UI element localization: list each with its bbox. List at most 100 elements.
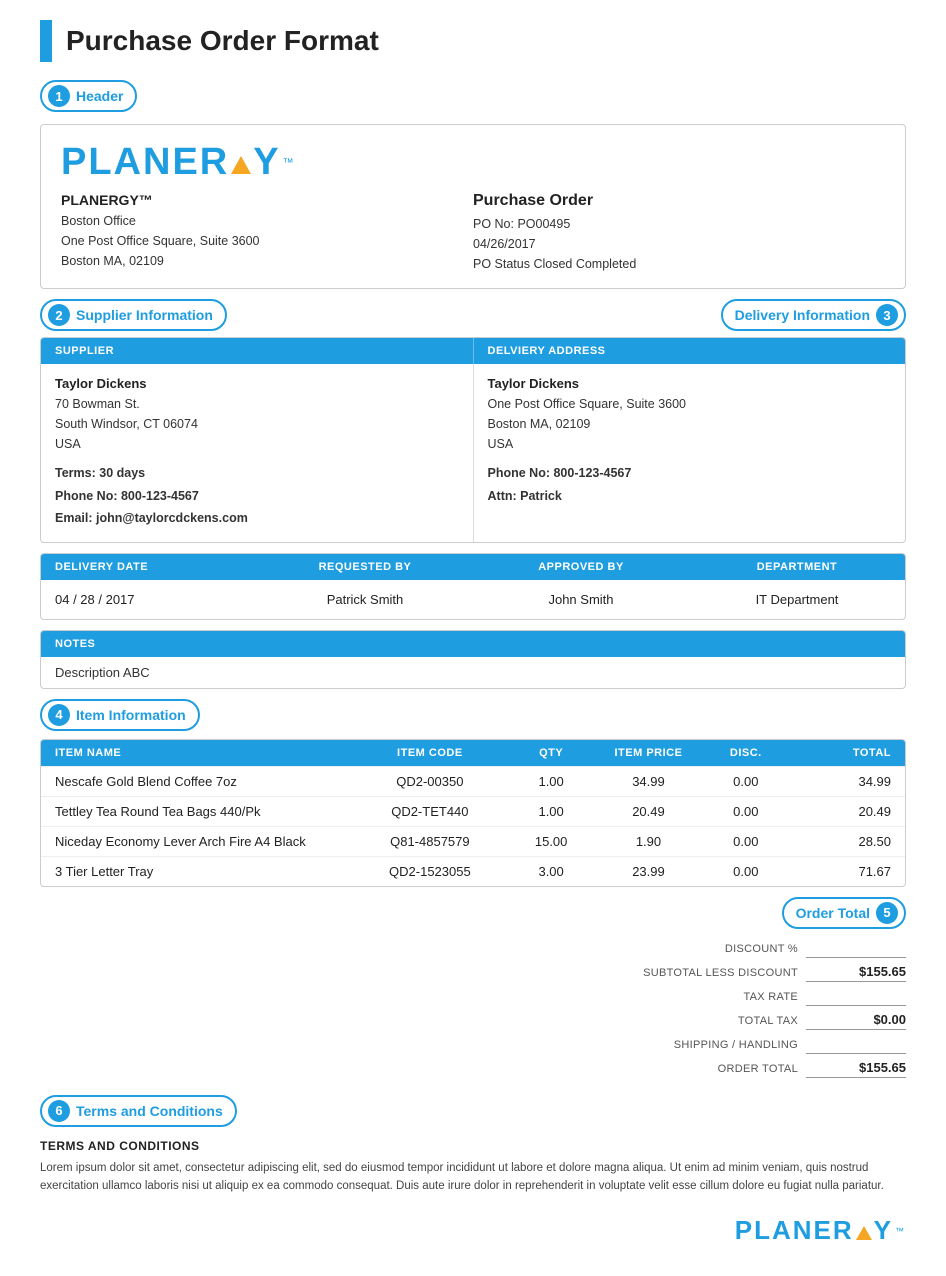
terms-badge-label: Terms and Conditions: [76, 1103, 223, 1119]
planergy-logo: PLANER Y ™: [61, 141, 885, 184]
delivery-name: Taylor Dickens: [488, 376, 892, 391]
delivery-meta-header: DELIVERY DATE REQUESTED BY APPROVED BY D…: [41, 554, 905, 580]
po-info: PO No: PO00495 04/26/2017 PO Status Clos…: [473, 214, 885, 274]
phone-label: Phone No:: [55, 489, 118, 503]
supplier-delivery-table: SUPPLIER DELVIERY ADDRESS Taylor Dickens…: [40, 337, 906, 543]
item-disc-2: 0.00: [704, 797, 787, 826]
badge-number-delivery: 3: [876, 304, 898, 326]
order-total-value: $155.65: [806, 1060, 906, 1078]
total-tax-value: $0.00: [806, 1012, 906, 1030]
department-value: IT Department: [689, 588, 905, 611]
item-price-3: 1.90: [593, 827, 705, 856]
item-price-header: ITEM PRICE: [593, 740, 705, 766]
supplier-col-header: SUPPLIER: [41, 338, 474, 364]
item-disc-1: 0.00: [704, 767, 787, 796]
logo-tm: ™: [283, 157, 296, 169]
item-total-2: 20.49: [787, 797, 905, 826]
delivery-attn-row: Attn: Patrick: [488, 485, 892, 508]
supplier-address: 70 Bowman St. South Windsor, CT 06074 US…: [55, 394, 459, 454]
po-title: Purchase Order: [473, 192, 885, 210]
delivery-attn-value: Patrick: [520, 489, 562, 503]
email-value: john@taylorcdckens.com: [96, 511, 248, 525]
badge-number-terms: 6: [48, 1100, 70, 1122]
tax-rate-value: [806, 988, 906, 1006]
footer-planergy-logo: PLANER Y ™: [735, 1215, 906, 1246]
terms-section: TERMS AND CONDITIONS Lorem ipsum dolor s…: [40, 1139, 906, 1196]
item-price-2: 20.49: [593, 797, 705, 826]
delivery-section-badge: 3 Delivery Information: [721, 299, 906, 331]
requested-by-value: Patrick Smith: [257, 588, 473, 611]
delivery-address-line2: Boston MA, 02109: [488, 414, 892, 434]
po-number: PO No: PO00495: [473, 214, 885, 234]
item-section-badge: 4 Item Information: [40, 699, 200, 731]
item-disc-header: DISC.: [704, 740, 787, 766]
department-header: DEPARTMENT: [689, 554, 905, 580]
footer-logo-area: PLANER Y ™: [40, 1215, 906, 1246]
badge-number-order-total: 5: [876, 902, 898, 924]
delivery-date-header: DELIVERY DATE: [41, 554, 257, 580]
discount-label: DISCOUNT %: [526, 943, 806, 955]
header-columns: PLANERGY™ Boston Office One Post Office …: [61, 192, 885, 274]
header-right: Purchase Order PO No: PO00495 04/26/2017…: [473, 192, 885, 274]
company-name: PLANERGY™: [61, 192, 473, 208]
approved-by-value: John Smith: [473, 588, 689, 611]
discount-row: DISCOUNT %: [526, 937, 906, 961]
supplier-address-line1: 70 Bowman St.: [55, 394, 459, 414]
header-section-badge: 1 Header: [40, 80, 137, 112]
item-qty-2: 1.00: [510, 797, 593, 826]
supplier-section-badge: 2 Supplier Information: [40, 299, 227, 331]
terms-section-badge: 6 Terms and Conditions: [40, 1095, 237, 1127]
supplier-email-row: Email: john@taylorcdckens.com: [55, 507, 459, 530]
logo-text-before: PLANER: [61, 141, 229, 184]
delivery-info-col: Taylor Dickens One Post Office Square, S…: [474, 364, 906, 542]
delivery-address-line1: One Post Office Square, Suite 3600: [488, 394, 892, 414]
item-badge-label: Item Information: [76, 707, 186, 723]
order-total-label: ORDER TOTAL: [526, 1063, 806, 1075]
delivery-meta-table: DELIVERY DATE REQUESTED BY APPROVED BY D…: [40, 553, 906, 620]
item-total-header: TOTAL: [787, 740, 905, 766]
shipping-value: [806, 1036, 906, 1054]
supplier-delivery-info-columns: Taylor Dickens 70 Bowman St. South Winds…: [41, 364, 905, 542]
terms-body: Lorem ipsum dolor sit amet, consectetur …: [40, 1159, 906, 1196]
item-total-4: 71.67: [787, 857, 905, 886]
supplier-address-line3: USA: [55, 434, 459, 454]
item-code-header: ITEM CODE: [350, 740, 510, 766]
items-header: ITEM NAME ITEM CODE QTY ITEM PRICE DISC.…: [41, 740, 905, 766]
supplier-delivery-header: SUPPLIER DELVIERY ADDRESS: [41, 338, 905, 364]
delivery-phone-row: Phone No: 800-123-4567: [488, 462, 892, 485]
item-code-3: Q81-4857579: [350, 827, 510, 856]
footer-logo-tm: ™: [895, 1226, 906, 1236]
supplier-name: Taylor Dickens: [55, 376, 459, 391]
table-row: Nescafe Gold Blend Coffee 7oz QD2-00350 …: [41, 766, 905, 796]
delivery-phone-value: 800-123-4567: [553, 466, 631, 480]
table-row: Tettley Tea Round Tea Bags 440/Pk QD2-TE…: [41, 796, 905, 826]
item-name-4: 3 Tier Letter Tray: [41, 857, 350, 886]
shipping-row: SHIPPING / HANDLING: [526, 1033, 906, 1057]
footer-logo-text-after: Y: [874, 1215, 893, 1246]
total-tax-row: TOTAL TAX $0.00: [526, 1009, 906, 1033]
supplier-info-col: Taylor Dickens 70 Bowman St. South Winds…: [41, 364, 474, 542]
header-section: PLANER Y ™ PLANERGY™ Boston Office One P…: [40, 124, 906, 289]
delivery-contact: Phone No: 800-123-4567 Attn: Patrick: [488, 462, 892, 507]
page-title-bar: Purchase Order Format: [40, 20, 906, 62]
logo-triangle-icon: [231, 156, 251, 174]
tax-rate-row: TAX RATE: [526, 985, 906, 1009]
item-code-2: QD2-TET440: [350, 797, 510, 826]
logo-text-after: Y: [253, 141, 280, 184]
requested-by-header: REQUESTED BY: [257, 554, 473, 580]
items-table: ITEM NAME ITEM CODE QTY ITEM PRICE DISC.…: [40, 739, 906, 887]
order-total-section: Order Total 5 DISCOUNT % SUBTOTAL LESS D…: [526, 897, 906, 1081]
item-name-1: Nescafe Gold Blend Coffee 7oz: [41, 767, 350, 796]
delivery-phone-label: Phone No:: [488, 466, 551, 480]
item-price-4: 23.99: [593, 857, 705, 886]
notes-body: Description ABC: [41, 657, 905, 688]
po-date: 04/26/2017: [473, 234, 885, 254]
page-title: Purchase Order Format: [66, 25, 379, 57]
delivery-address-line3: USA: [488, 434, 892, 454]
supplier-phone-row: Phone No: 800-123-4567: [55, 485, 459, 508]
delivery-address: One Post Office Square, Suite 3600 Bosto…: [488, 394, 892, 454]
item-disc-3: 0.00: [704, 827, 787, 856]
item-name-2: Tettley Tea Round Tea Bags 440/Pk: [41, 797, 350, 826]
item-name-header: ITEM NAME: [41, 740, 350, 766]
notes-header: NOTES: [41, 631, 905, 657]
